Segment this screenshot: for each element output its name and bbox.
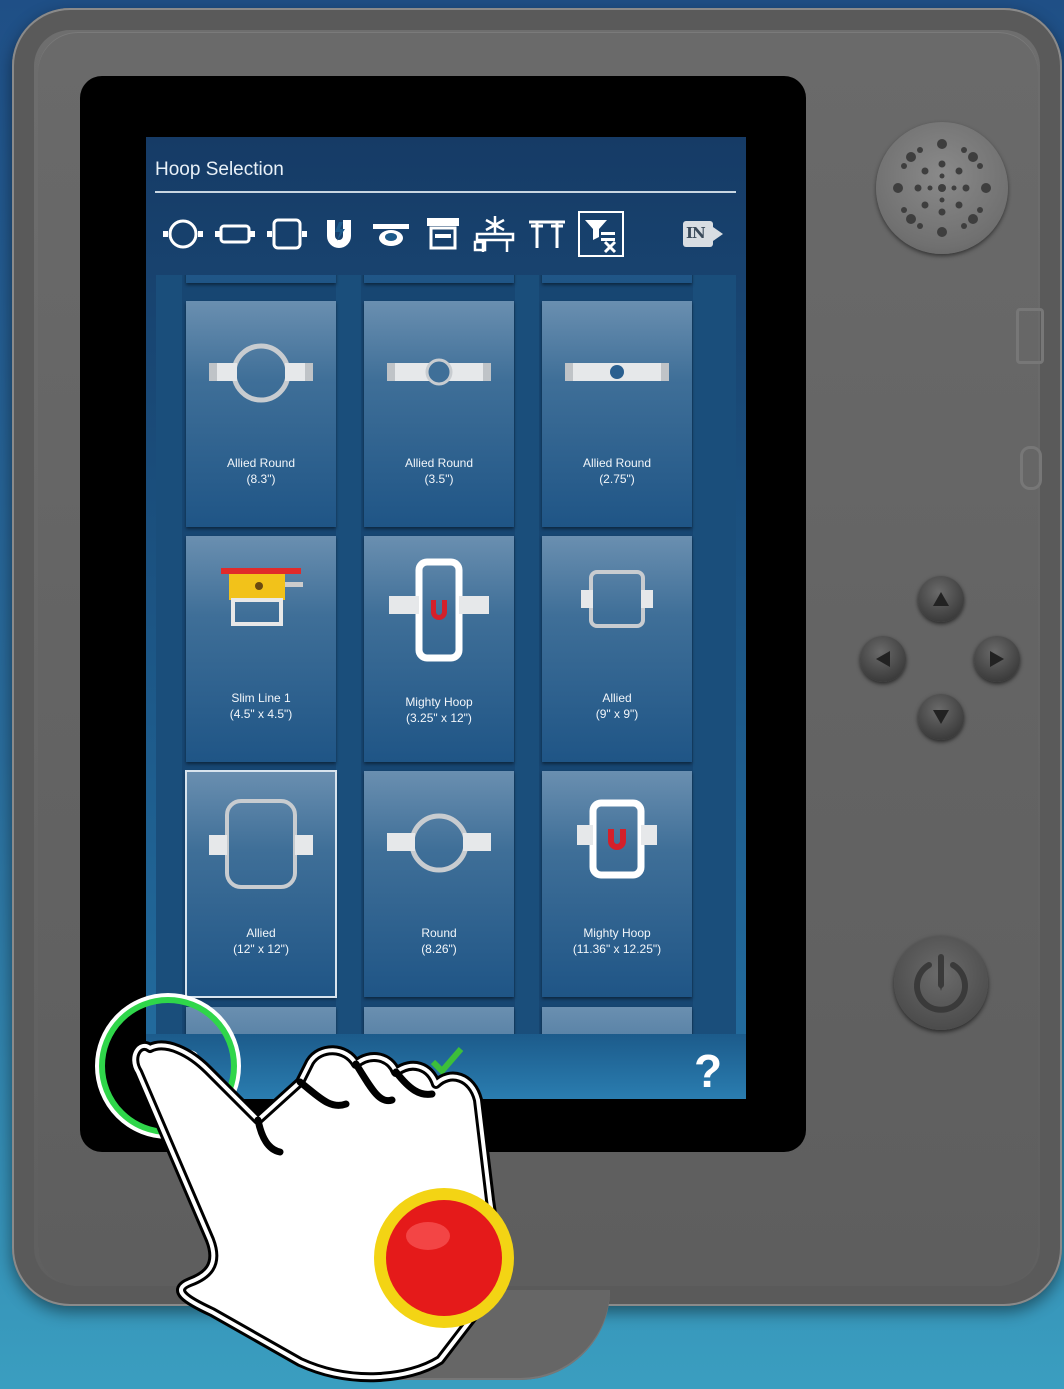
arrow-left-button[interactable]	[860, 636, 906, 682]
speaker-grille	[876, 122, 1008, 254]
hoop-name: Allied Round	[404, 456, 474, 470]
hoop-tile-partial[interactable]	[186, 275, 336, 283]
usb-slot	[1016, 308, 1044, 364]
round-hoop-icon	[387, 358, 491, 386]
hoop-size: (3.5")	[424, 472, 454, 486]
hoop-tile[interactable]: Allied Round (2.75")	[542, 301, 692, 527]
cap-hoop-filter-icon[interactable]	[368, 211, 414, 257]
unit-toggle-button[interactable]: IN	[682, 219, 726, 249]
hoop-name: Allied	[602, 691, 632, 705]
round-hoop-icon	[387, 813, 491, 873]
page-title: Hoop Selection	[155, 159, 284, 180]
hoop-tile[interactable]: Mighty Hoop (3.25" x 12")	[364, 536, 514, 762]
toggle-visibility-icon[interactable]	[160, 1048, 200, 1084]
arrow-up-button[interactable]	[918, 576, 964, 622]
hoop-size: (9" x 9")	[595, 707, 639, 721]
hoop-name: Mighty Hoop	[583, 926, 651, 940]
arrow-right-button[interactable]	[974, 636, 1020, 682]
hoop-name: Slim Line 1	[231, 691, 291, 705]
hoop-tile[interactable]: Allied Round (8.3")	[186, 301, 336, 527]
hoop-grid: Allied Round (8.3") Allied Round (3.5") Al…	[156, 275, 736, 1035]
hoop-size: (4.5" x 4.5")	[229, 707, 293, 721]
mighty-hoop-icon	[389, 558, 489, 662]
unit-toggle-label: IN	[686, 224, 706, 242]
hoop-tile-partial[interactable]	[542, 275, 692, 283]
arrow-left-icon	[876, 651, 890, 667]
arrow-down-button[interactable]	[918, 694, 964, 740]
panel-notch	[276, 1290, 610, 1380]
round-hoop-icon	[209, 343, 313, 403]
hoop-name: Mighty Hoop	[405, 695, 473, 709]
hoop-tile[interactable]: Slim Line 1 (4.5" x 4.5")	[186, 536, 336, 762]
hoop-size: (11.36" x 12.25")	[572, 942, 662, 956]
arrow-up-icon	[933, 592, 949, 606]
clamp-hoop-filter-icon[interactable]	[524, 211, 570, 257]
hoop-name: Allied	[246, 926, 276, 940]
hoop-size: (8.3")	[246, 472, 276, 486]
mighty-hoop-icon	[577, 799, 657, 879]
hoop-size: (12" x 12")	[233, 942, 289, 956]
hoop-filter-toolbar	[160, 211, 740, 257]
hoop-tile-partial[interactable]	[542, 1007, 692, 1035]
hoop-size: (8.26")	[421, 942, 457, 956]
title-divider	[155, 191, 736, 193]
hoop-name: Allied Round	[226, 456, 296, 470]
hoop-tile-partial[interactable]	[186, 1007, 336, 1035]
indicator-slot	[1020, 446, 1042, 490]
hoop-size: (2.75")	[599, 472, 635, 486]
power-button[interactable]	[894, 936, 988, 1030]
hoop-tile[interactable]: Allied (9" x 9")	[542, 536, 692, 762]
square-hoop-icon	[581, 570, 653, 628]
bottom-action-bar: ?	[146, 1034, 746, 1099]
arrow-right-icon	[990, 651, 1004, 667]
slimline-hoop-icon	[221, 568, 303, 626]
power-icon	[914, 954, 968, 1013]
hoop-tile[interactable]: Allied Round (3.5")	[364, 301, 514, 527]
hoop-name: Round	[421, 926, 457, 940]
help-button[interactable]: ?	[694, 1044, 722, 1098]
round-hoop-icon	[565, 363, 669, 381]
square-hoop-icon	[209, 799, 313, 889]
arrow-down-icon	[933, 710, 949, 724]
hoop-tile-partial[interactable]	[364, 1007, 514, 1035]
touch-screen: Hoop Selection IN Allied Round (8.3") Al…	[146, 137, 746, 1099]
specialty-hoop-filter-icon[interactable]	[472, 211, 518, 257]
clear-filter-icon[interactable]	[578, 211, 624, 257]
rectangle-hoop-filter-icon[interactable]	[212, 211, 258, 257]
hoop-size: (3.25" x 12")	[406, 711, 472, 725]
hoop-name: Allied Round	[582, 456, 652, 470]
round-hoop-filter-icon[interactable]	[160, 211, 206, 257]
hoop-tile[interactable]: Round (8.26")	[364, 771, 514, 997]
frame-hoop-filter-icon[interactable]	[420, 211, 466, 257]
hoop-tile[interactable]: Mighty Hoop (11.36" x 12.25")	[542, 771, 692, 997]
magnetic-hoop-filter-icon[interactable]	[316, 211, 362, 257]
hoop-tile-partial[interactable]	[364, 275, 514, 283]
confirm-icon[interactable]	[430, 1046, 464, 1076]
hoop-tile-selected[interactable]: Allied (12" x 12")	[185, 770, 337, 998]
square-hoop-filter-icon[interactable]	[264, 211, 310, 257]
